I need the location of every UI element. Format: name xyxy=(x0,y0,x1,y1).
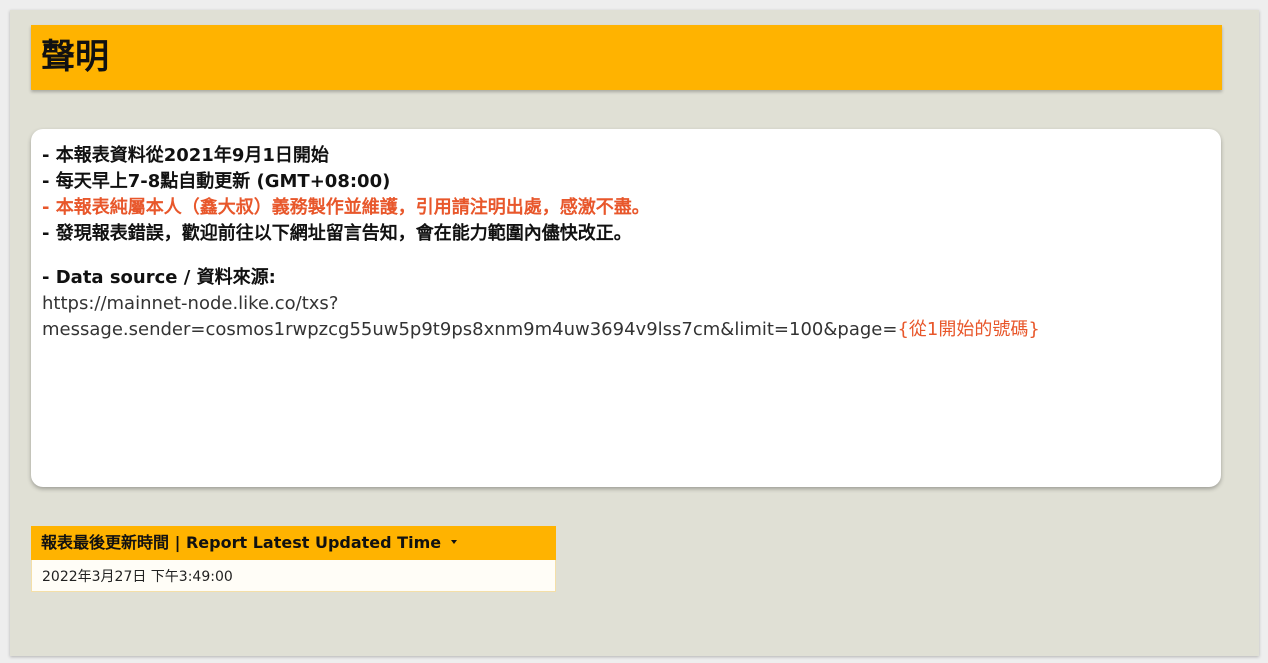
notice-line-report-errors: - 發現報表錯誤，歡迎前往以下網址留言告知，會在能力範圍內儘快改正。 xyxy=(42,223,632,244)
notice-body: - 本報表資料從2021年9月1日開始 - 每天早上7-8點自動更新 (GMT+… xyxy=(42,143,1207,343)
data-source-url: https://mainnet-node.like.co/txs? messag… xyxy=(42,291,1207,343)
notice-card: - 本報表資料從2021年9月1日開始 - 每天早上7-8點自動更新 (GMT+… xyxy=(31,129,1221,487)
notice-line-update-time: - 每天早上7-8點自動更新 (GMT+08:00) xyxy=(42,171,391,192)
data-source-url-placeholder: {從1開始的號碼} xyxy=(897,319,1040,340)
page: 聲明 - 本報表資料從2021年9月1日開始 - 每天早上7-8點自動更新 (G… xyxy=(10,10,1259,656)
data-source-label: - Data source / 資料來源: xyxy=(42,267,276,288)
notice-line-attribution: - 本報表純屬本人（鑫大叔）義務製作並維護，引用請注明出處，感激不盡。 xyxy=(42,197,650,218)
report-header-text[interactable]: 報表最後更新時間 | Report Latest Updated Time xyxy=(41,533,458,553)
page-title: 聲明 xyxy=(41,37,109,77)
report-value-row: 2022年3月27日 下午3:49:00 xyxy=(31,560,556,592)
report-header[interactable]: 報表最後更新時間 | Report Latest Updated Time xyxy=(31,526,556,560)
title-bar: 聲明 xyxy=(31,25,1222,90)
notice-line-start-date: - 本報表資料從2021年9月1日開始 xyxy=(42,145,329,166)
report-header-label: 報表最後更新時間 | Report Latest Updated Time xyxy=(41,533,442,552)
data-source-url-line1: https://mainnet-node.like.co/txs? xyxy=(42,293,339,314)
data-source-url-line2: message.sender=cosmos1rwpzcg55uw5p9t9ps8… xyxy=(42,317,1207,343)
report-updated-time-value: 2022年3月27日 下午3:49:00 xyxy=(42,569,233,585)
data-source-url-query: message.sender=cosmos1rwpzcg55uw5p9t9ps8… xyxy=(42,319,898,340)
caret-down-icon[interactable] xyxy=(451,539,458,544)
report-latest-updated-time: 報表最後更新時間 | Report Latest Updated Time 20… xyxy=(31,526,556,592)
